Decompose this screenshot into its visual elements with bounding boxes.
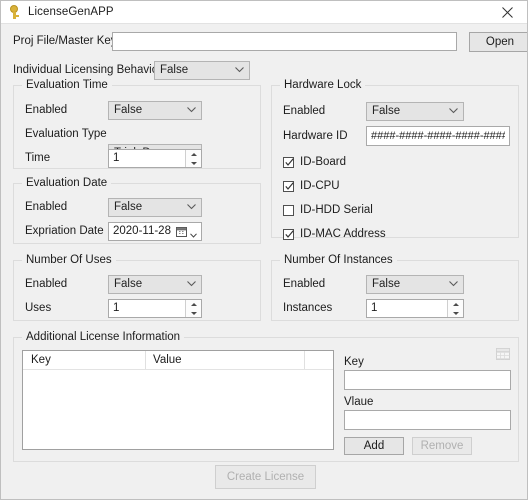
uses-enabled-label: Enabled — [25, 278, 68, 290]
chevron-down-icon — [187, 204, 196, 212]
group-number-of-instances-legend: Number Of Instances — [280, 254, 397, 266]
expiration-date-picker[interactable]: 2020-11-28 — [108, 222, 202, 241]
additional-info-listview[interactable]: Key Value — [22, 350, 334, 450]
instances-value: 1 — [371, 302, 378, 314]
hardware-id-label: Hardware ID — [283, 130, 348, 142]
chevron-down-icon — [449, 281, 458, 289]
key-input[interactable] — [344, 370, 511, 390]
eval-date-enabled-label: Enabled — [25, 201, 68, 213]
chevron-down-icon — [449, 108, 458, 116]
instances-enabled-select[interactable]: False — [366, 275, 464, 294]
stepper-buttons[interactable] — [447, 300, 463, 317]
instances-label: Instances — [283, 302, 333, 314]
stepper-buttons[interactable] — [185, 300, 201, 317]
instances-enabled-label: Enabled — [283, 278, 326, 290]
individual-licensing-select[interactable]: False — [154, 61, 250, 80]
checkbox-id-cpu[interactable]: ID-CPU — [283, 180, 340, 192]
stepper-down-icon[interactable] — [186, 309, 201, 317]
eval-time-stepper[interactable]: 1 — [108, 149, 202, 168]
eval-date-enabled-value: False — [114, 201, 143, 213]
eval-time-enabled-value: False — [114, 104, 143, 116]
individual-licensing-value: False — [160, 64, 189, 76]
eval-date-enabled-select[interactable]: False — [108, 198, 202, 217]
eval-time-label: Time — [25, 152, 51, 164]
hwlock-enabled-value: False — [372, 105, 401, 117]
chevron-down-icon[interactable] — [190, 229, 197, 241]
checkbox-unchecked-icon — [283, 204, 294, 216]
individual-licensing-label: Individual Licensing Behaviour — [13, 64, 169, 76]
group-evaluation-date-legend: Evaluation Date — [22, 177, 112, 189]
key-field-label: Key — [344, 356, 364, 368]
calendar-icon — [176, 226, 187, 237]
checkbox-label: ID-HDD Serial — [300, 204, 373, 216]
column-header-key: Key — [31, 354, 51, 366]
close-icon[interactable] — [487, 1, 527, 23]
checkbox-label: ID-CPU — [300, 180, 340, 192]
hwlock-enabled-select[interactable]: False — [366, 102, 464, 121]
eval-type-label: Evaluation Type — [25, 128, 107, 140]
checkbox-checked-icon — [283, 228, 294, 240]
uses-value: 1 — [113, 302, 120, 314]
table-grid-icon[interactable] — [495, 346, 511, 362]
group-evaluation-date: Evaluation Date Enabled False Expriation… — [13, 177, 261, 244]
instances-stepper[interactable]: 1 — [366, 299, 464, 318]
create-license-button: Create License — [215, 465, 316, 489]
uses-stepper[interactable]: 1 — [108, 299, 202, 318]
chevron-down-icon — [187, 281, 196, 289]
remove-button: Remove — [412, 437, 472, 455]
chevron-down-icon — [235, 67, 244, 75]
group-hardware-lock-legend: Hardware Lock — [280, 79, 366, 91]
group-evaluation-time-legend: Evaluation Time — [22, 79, 112, 91]
title-bar: LicenseGenAPP — [1, 1, 527, 24]
listview-header: Key Value — [23, 351, 333, 370]
eval-time-value: 1 — [113, 152, 120, 164]
proj-file-input[interactable] — [112, 32, 457, 51]
stepper-down-icon[interactable] — [186, 159, 201, 167]
chevron-down-icon — [187, 107, 196, 115]
checkbox-id-board[interactable]: ID-Board — [283, 156, 346, 168]
group-number-of-instances: Number Of Instances Enabled False Instan… — [271, 254, 519, 321]
checkbox-label: ID-Board — [300, 156, 347, 168]
checkbox-checked-icon — [283, 156, 294, 168]
group-hardware-lock: Hardware Lock Enabled False Hardware ID … — [271, 79, 519, 240]
stepper-up-icon[interactable] — [448, 300, 463, 308]
hardware-id-input[interactable] — [366, 126, 510, 146]
group-additional-license-info-legend: Additional License Information — [22, 331, 185, 343]
expiration-date-value: 2020-11-28 — [113, 225, 171, 237]
stepper-down-icon[interactable] — [448, 309, 463, 317]
stepper-buttons[interactable] — [185, 150, 201, 167]
hwlock-enabled-label: Enabled — [283, 105, 326, 117]
eval-time-enabled-select[interactable]: False — [108, 101, 202, 120]
stepper-up-icon[interactable] — [186, 150, 201, 158]
checkbox-checked-icon — [283, 180, 294, 192]
group-number-of-uses-legend: Number Of Uses — [22, 254, 116, 266]
open-button[interactable]: Open — [469, 32, 527, 52]
add-button[interactable]: Add — [344, 437, 404, 455]
checkbox-id-hdd-serial[interactable]: ID-HDD Serial — [283, 204, 373, 216]
expiration-date-label: Expriation Date — [25, 225, 104, 237]
value-field-label: Vlaue — [344, 396, 374, 408]
group-additional-license-info: Additional License Information Key Value… — [13, 331, 519, 462]
uses-label: Uses — [25, 302, 52, 314]
stepper-up-icon[interactable] — [186, 300, 201, 308]
eval-time-enabled-label: Enabled — [25, 104, 68, 116]
proj-file-label: Proj File/Master Key — [13, 35, 117, 47]
key-icon — [7, 5, 21, 19]
licensegen-window: LicenseGenAPP Proj File/Master Key Open … — [0, 0, 528, 500]
group-number-of-uses: Number Of Uses Enabled False Uses 1 — [13, 254, 261, 321]
value-input[interactable] — [344, 410, 511, 430]
checkbox-label: ID-MAC Address — [300, 228, 386, 240]
column-header-value: Value — [153, 354, 182, 366]
uses-enabled-value: False — [114, 278, 143, 290]
instances-enabled-value: False — [372, 278, 401, 290]
proj-file-row: Proj File/Master Key Open — [13, 32, 527, 52]
uses-enabled-select[interactable]: False — [108, 275, 202, 294]
window-title: LicenseGenAPP — [28, 6, 114, 18]
checkbox-id-mac-address[interactable]: ID-MAC Address — [283, 228, 386, 240]
group-evaluation-time: Evaluation Time Enabled False Evaluation… — [13, 79, 261, 169]
